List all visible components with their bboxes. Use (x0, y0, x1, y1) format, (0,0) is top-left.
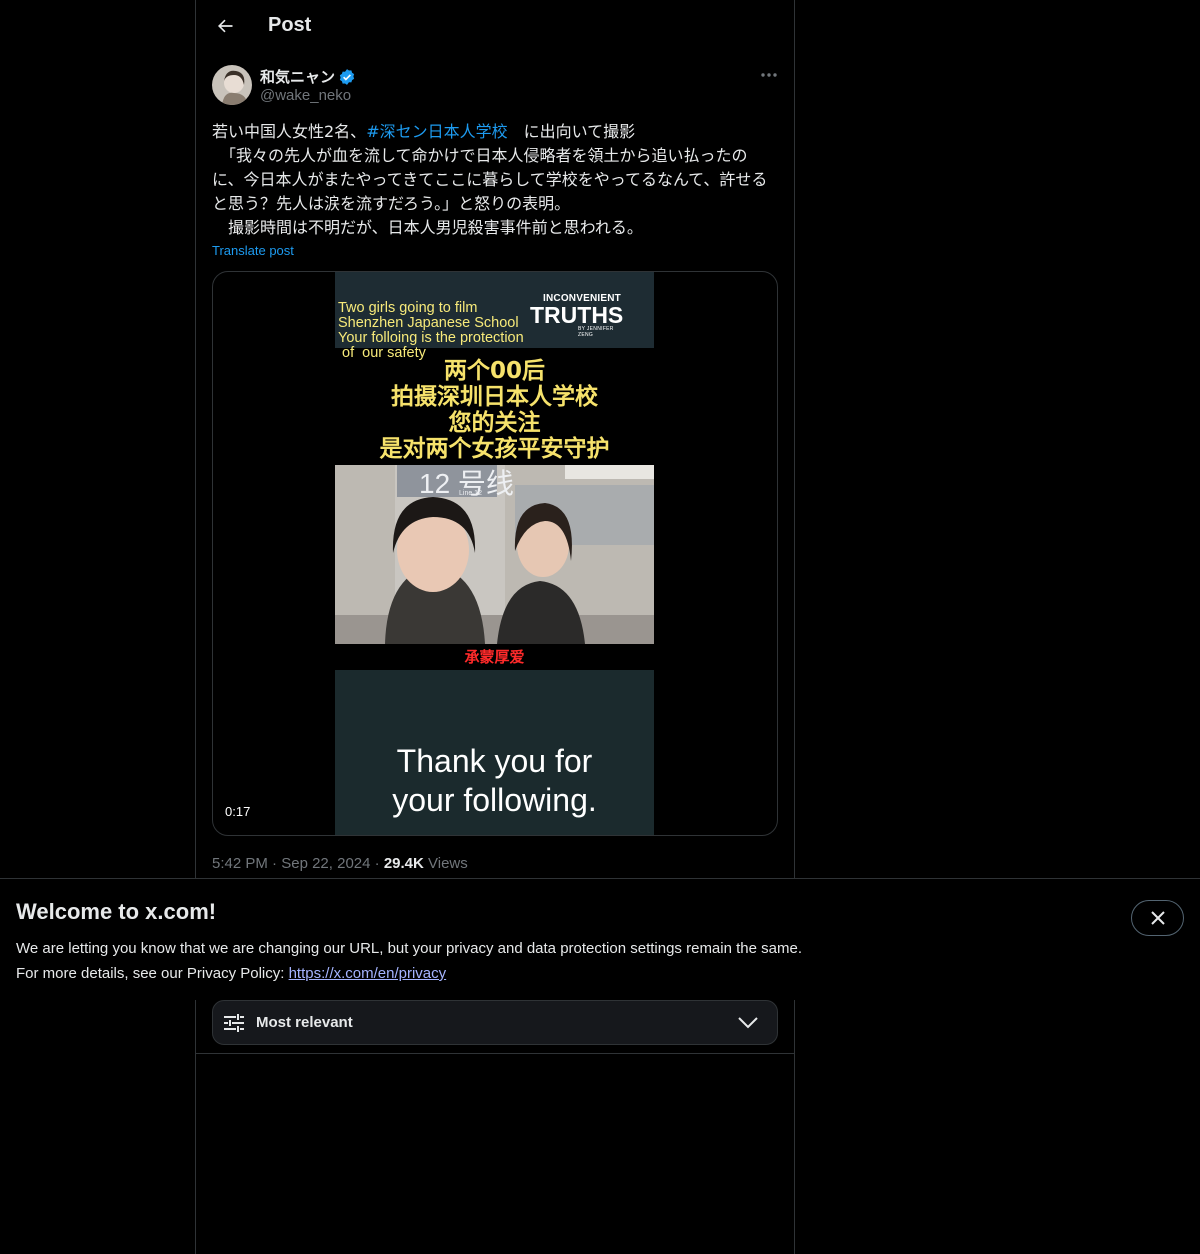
video-still-image: 12 号线 Line 12 (335, 465, 654, 644)
video-still: 12 号线 Line 12 (335, 465, 654, 644)
author-handle[interactable]: @wake_neko (260, 87, 351, 104)
chevron-down-icon (738, 1017, 758, 1029)
divider (196, 1053, 794, 1054)
meta-separator: · (374, 855, 380, 872)
banner-title: Welcome to x.com! (16, 899, 217, 924)
avatar[interactable] (212, 65, 252, 105)
video-frame: Two girls going to film Shenzhen Japanes… (335, 272, 654, 835)
views-count: 29.4K (383, 855, 424, 872)
post-meta: 5:42 PM · Sep 22, 2024 · 29.4K Views (212, 855, 468, 872)
close-icon (1150, 911, 1165, 925)
hashtag-link[interactable]: #深セン日本人学校 (366, 122, 507, 141)
banner-line-2-prefix: For more details, see our Privacy Policy… (16, 965, 289, 982)
page-title: Post (268, 14, 312, 36)
post-time[interactable]: 5:42 PM (212, 855, 268, 872)
primary-column: Post 和気ニャン @wake_neko 若い中国人女性2名、#深セン日本人学… (195, 0, 795, 1254)
page-header: Post (196, 0, 794, 54)
video-duration: 0:17 (225, 804, 251, 819)
banner-text: We are letting you know that we are chan… (16, 936, 802, 986)
sliders-icon (224, 1014, 244, 1032)
author-name[interactable]: 和気ニャン (260, 66, 356, 87)
banner-close-button[interactable] (1131, 900, 1184, 936)
back-button[interactable] (208, 9, 242, 43)
more-options-button[interactable] (752, 64, 786, 86)
meta-separator: · (272, 855, 278, 872)
brand-logo: INCONVENIENT TRUTHS BY JENNIFER ZENG (518, 293, 628, 338)
translate-post-link[interactable]: Translate post (212, 243, 294, 258)
reply-sort-dropdown[interactable]: Most relevant (212, 1000, 778, 1045)
video-player[interactable]: Two girls going to film Shenzhen Japanes… (212, 271, 778, 836)
more-horizontal-icon (761, 73, 777, 77)
video-title-band: Two girls going to film Shenzhen Japanes… (335, 272, 654, 361)
views-label: Views (428, 855, 468, 872)
avatar-image (212, 65, 252, 105)
brand-logo-main: TRUTHS (530, 302, 624, 328)
post-text: 若い中国人女性2名、#深セン日本人学校 に出向いて撮影 「我々の先人が血を流して… (212, 120, 778, 240)
privacy-policy-link[interactable]: https://x.com/en/privacy (289, 965, 447, 982)
url-change-banner: Welcome to x.com! We are letting you kno… (0, 878, 1200, 1000)
video-thanks-text: Thank you for your following. (392, 743, 597, 818)
post-date[interactable]: Sep 22, 2024 (281, 855, 370, 872)
sign-sub: Line 12 (459, 490, 482, 497)
sort-label: Most relevant (256, 1014, 353, 1031)
post-text-start: 若い中国人女性2名、 (212, 122, 367, 141)
banner-line-1: We are letting you know that we are chan… (16, 940, 802, 957)
video-english-caption: Two girls going to film Shenzhen Japanes… (338, 300, 524, 361)
author-display-name[interactable]: 和気ニャン (260, 66, 335, 87)
arrow-left-icon (218, 19, 233, 33)
verified-badge-icon (339, 68, 355, 85)
banner-line-2: For more details, see our Privacy Policy… (16, 961, 802, 986)
video-chinese-caption: 两个00后 拍摄深圳日本人学校 您的关注 是对两个女孩平安守护 (379, 358, 610, 462)
video-red-caption: 承蒙厚爱 (464, 648, 525, 666)
